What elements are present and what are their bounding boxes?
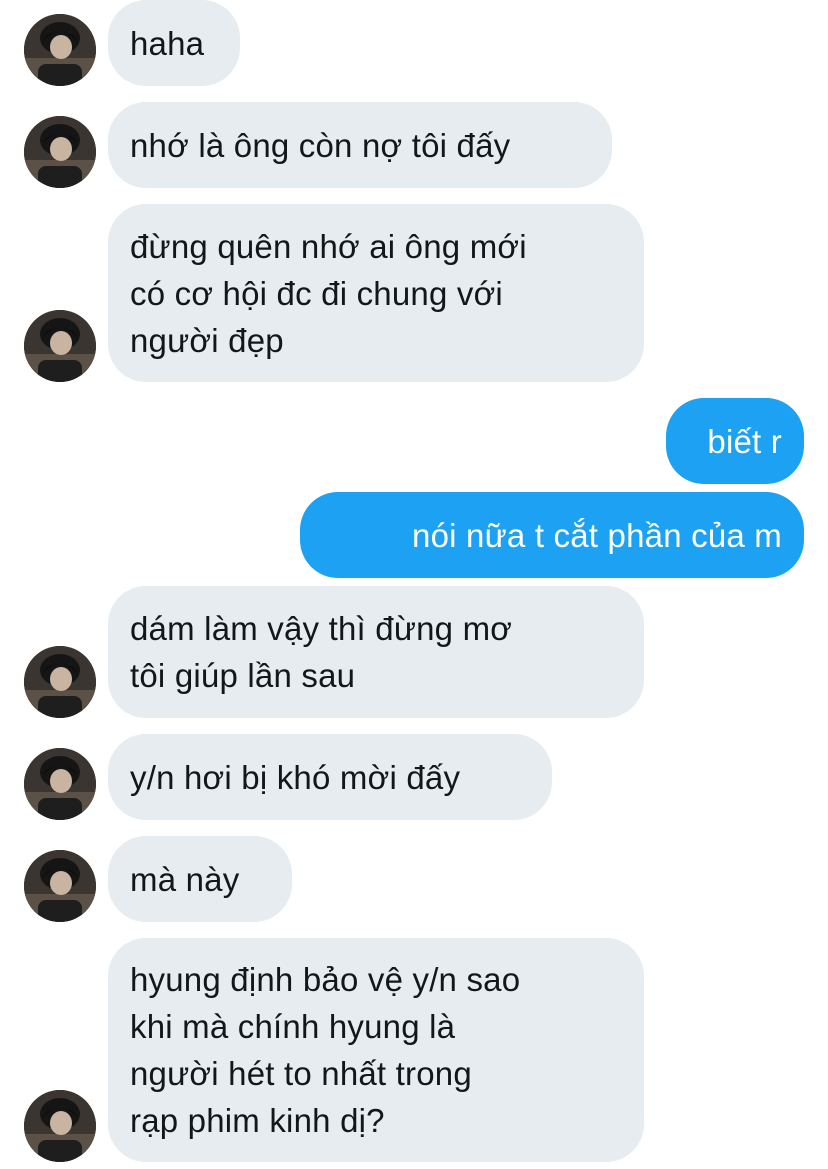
message-bubble[interactable]: dám làm vậy thì đừng mơ tôi giúp lần sau xyxy=(108,586,644,718)
contact-avatar[interactable] xyxy=(24,310,96,382)
message-text: dám làm vậy thì đừng mơ xyxy=(130,610,513,647)
message-bubble-outgoing[interactable]: nói nữa t cắt phần của m xyxy=(300,492,804,578)
message-text: biết r xyxy=(707,422,782,460)
chat-thread: haha nhớ là ông còn nợ tôi đấy đừng quên… xyxy=(0,0,828,1169)
message-text: đừng quên nhớ ai ông mới xyxy=(130,227,527,265)
contact-avatar[interactable] xyxy=(24,748,96,820)
message-text: nói nữa t cắt phần của m xyxy=(412,516,782,554)
message-bubble[interactable]: haha xyxy=(108,0,240,86)
message-text: hyung định bảo vệ y/n sao xyxy=(130,961,521,998)
message-bubble[interactable]: mà này xyxy=(108,836,292,922)
message-bubble-outgoing[interactable]: biết r xyxy=(666,398,804,484)
contact-avatar[interactable] xyxy=(24,116,96,188)
message-text: rạp phim kinh dị? xyxy=(130,1102,385,1139)
message-bubble[interactable]: đừng quên nhớ ai ông mới có cơ hội đc đi… xyxy=(108,204,644,382)
contact-avatar[interactable] xyxy=(24,1090,96,1162)
contact-avatar[interactable] xyxy=(24,646,96,718)
message-text: tôi giúp lần sau xyxy=(130,657,356,694)
message-text: có cơ hội đc đi chung với xyxy=(130,274,503,312)
message-text: y/n hơi bị khó mời đấy xyxy=(130,758,461,796)
message-bubble[interactable]: hyung định bảo vệ y/n sao khi mà chính h… xyxy=(108,938,644,1162)
contact-avatar[interactable] xyxy=(24,14,96,86)
message-bubble[interactable]: nhớ là ông còn nợ tôi đấy xyxy=(108,102,612,188)
message-text: người hét to nhất trong xyxy=(130,1055,472,1092)
message-bubble[interactable]: y/n hơi bị khó mời đấy xyxy=(108,734,552,820)
message-text: mà này xyxy=(130,860,240,898)
message-text: khi mà chính hyung là xyxy=(130,1008,456,1045)
message-text: haha xyxy=(130,24,205,62)
message-text: nhớ là ông còn nợ tôi đấy xyxy=(130,126,511,164)
contact-avatar[interactable] xyxy=(24,850,96,922)
message-text: người đẹp xyxy=(130,321,284,359)
